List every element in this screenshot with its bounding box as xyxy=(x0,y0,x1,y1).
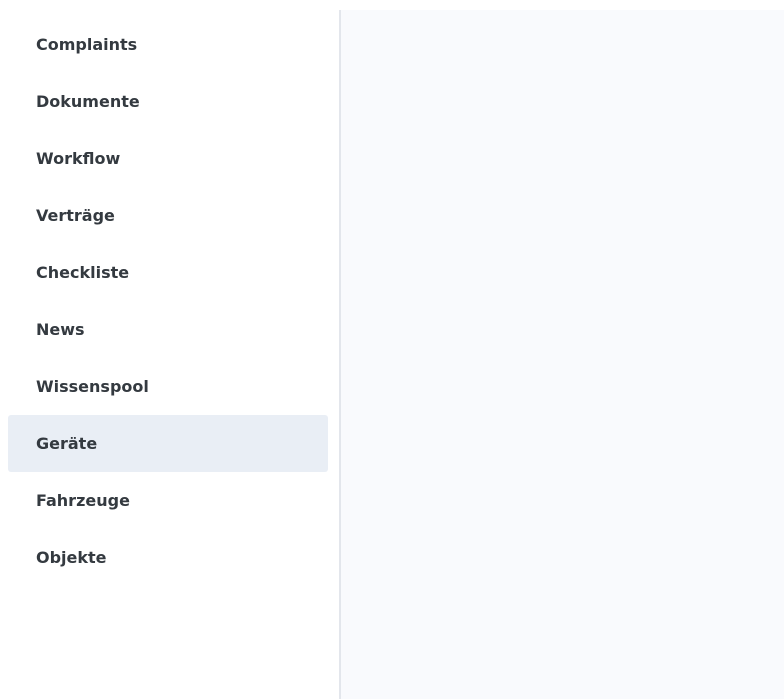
sidebar-item-vertraege[interactable]: Verträge xyxy=(8,187,328,244)
sidebar-item-checkliste[interactable]: Checkliste xyxy=(8,244,328,301)
sidebar: Complaints Dokumente Workflow Verträge C… xyxy=(0,0,339,699)
sidebar-item-wissenspool[interactable]: Wissenspool xyxy=(8,358,328,415)
sidebar-item-workflow[interactable]: Workflow xyxy=(8,130,328,187)
sidebar-item-news[interactable]: News xyxy=(8,301,328,358)
sidebar-item-complaints[interactable]: Complaints xyxy=(8,16,328,73)
sidebar-item-geraete[interactable]: Geräte xyxy=(8,415,328,472)
app-window: Complaints Dokumente Workflow Verträge C… xyxy=(0,0,784,699)
main-content-area xyxy=(341,10,784,699)
sidebar-item-fahrzeuge[interactable]: Fahrzeuge xyxy=(8,472,328,529)
sidebar-nav: Complaints Dokumente Workflow Verträge C… xyxy=(8,16,328,586)
sidebar-item-dokumente[interactable]: Dokumente xyxy=(8,73,328,130)
sidebar-item-objekte[interactable]: Objekte xyxy=(8,529,328,586)
